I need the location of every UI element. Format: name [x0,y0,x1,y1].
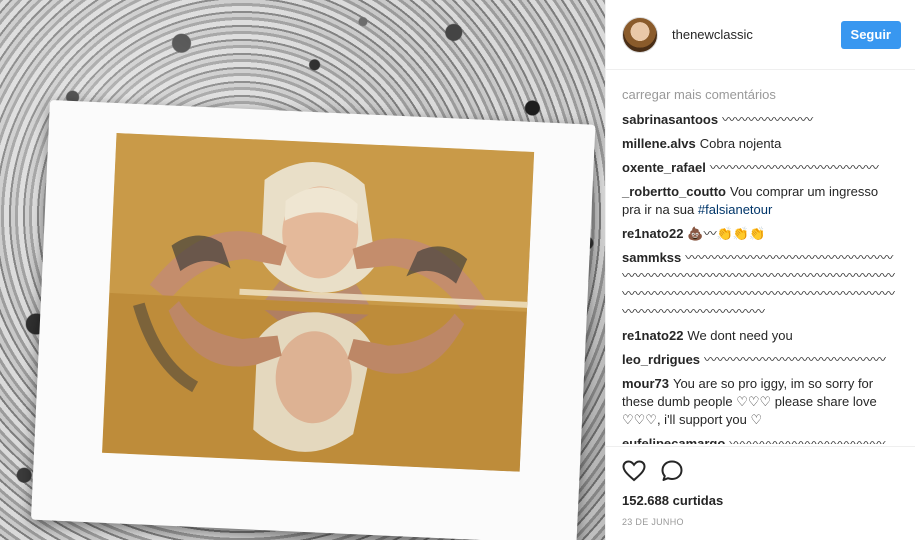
comment-item: _robertto_coutto Vou comprar um ingresso … [622,183,896,219]
comment-item: oxente_rafael 〰〰〰〰〰〰〰〰〰〰〰〰〰 [622,159,896,177]
comment-author[interactable]: eufelipecamargo [622,436,725,444]
comment-author[interactable]: millene.alvs [622,136,696,151]
action-row [622,447,900,491]
comment-container: sabrinasantoos 〰〰〰〰〰〰〰 millene.alvs Cobra n… [622,111,896,444]
polaroid-photo [30,100,596,540]
post-sidebar: thenewclassic Seguir carregar mais comen… [605,0,915,540]
comment-item: leo_rdrigues 〰〰〰〰〰〰〰〰〰〰〰〰〰〰 [622,351,896,369]
load-more-comments-link[interactable]: carregar mais comentários [622,86,896,104]
comment-author[interactable]: re1nato22 [622,226,683,241]
comment-author[interactable]: mour73 [622,376,669,391]
polaroid-print [102,133,535,472]
comment-item: mour73 You are so pro iggy, im so sorry f… [622,375,896,429]
comment-author[interactable]: _robertto_coutto [622,184,726,199]
portrait-illustration [102,133,535,472]
speech-bubble-icon[interactable] [660,459,684,491]
post-header: thenewclassic Seguir [606,0,915,70]
comment-author[interactable]: sabrinasantoos [622,112,718,127]
comment-item: re1nato22 💩〰👏👏👏 [622,225,896,243]
likes-count[interactable]: 152.688 curtidas [622,493,900,508]
post-actions: 152.688 curtidas 23 DE JUNHO [606,446,915,536]
hashtag-link[interactable]: #falsianetour [698,202,772,217]
follow-button[interactable]: Seguir [840,20,901,49]
comment-item: re1nato22 We dont need you [622,327,896,345]
comment-text: 〰〰〰〰〰〰〰〰〰〰〰〰〰 [709,160,879,175]
comment-author[interactable]: re1nato22 [622,328,683,343]
comment-item: millene.alvs Cobra nojenta [622,135,896,153]
heart-icon[interactable] [622,459,646,491]
avatar[interactable] [622,16,658,53]
comments-list: carregar mais comentários sabrinasantoos… [606,82,915,444]
post-date: 23 DE JUNHO [622,517,684,527]
comment-author[interactable]: oxente_rafael [622,160,706,175]
post-image[interactable] [0,0,605,540]
comment-author[interactable]: leo_rdrigues [622,352,700,367]
comment-item: sammkss 〰〰〰〰〰〰〰〰〰〰〰〰〰〰〰〰〰〰〰〰〰〰〰〰〰〰〰〰〰〰〰〰〰… [622,249,896,321]
comment-author[interactable]: sammkss [622,250,681,265]
comment-item: eufelipecamargo〰〰〰〰〰〰〰〰〰〰〰〰〰 [622,435,896,444]
comment-text: Cobra nojenta [699,136,782,151]
comment-text: We dont need you [687,328,793,343]
comment-text: 〰〰〰〰〰〰〰 [722,112,814,127]
comment-text: 💩〰👏👏👏 [687,226,766,241]
author-username[interactable]: thenewclassic [672,27,841,42]
comment-item: sabrinasantoos 〰〰〰〰〰〰〰 [622,111,896,129]
comment-text: 〰〰〰〰〰〰〰〰〰〰〰〰〰〰 [704,352,887,367]
instagram-post: thenewclassic Seguir carregar mais comen… [0,0,915,540]
